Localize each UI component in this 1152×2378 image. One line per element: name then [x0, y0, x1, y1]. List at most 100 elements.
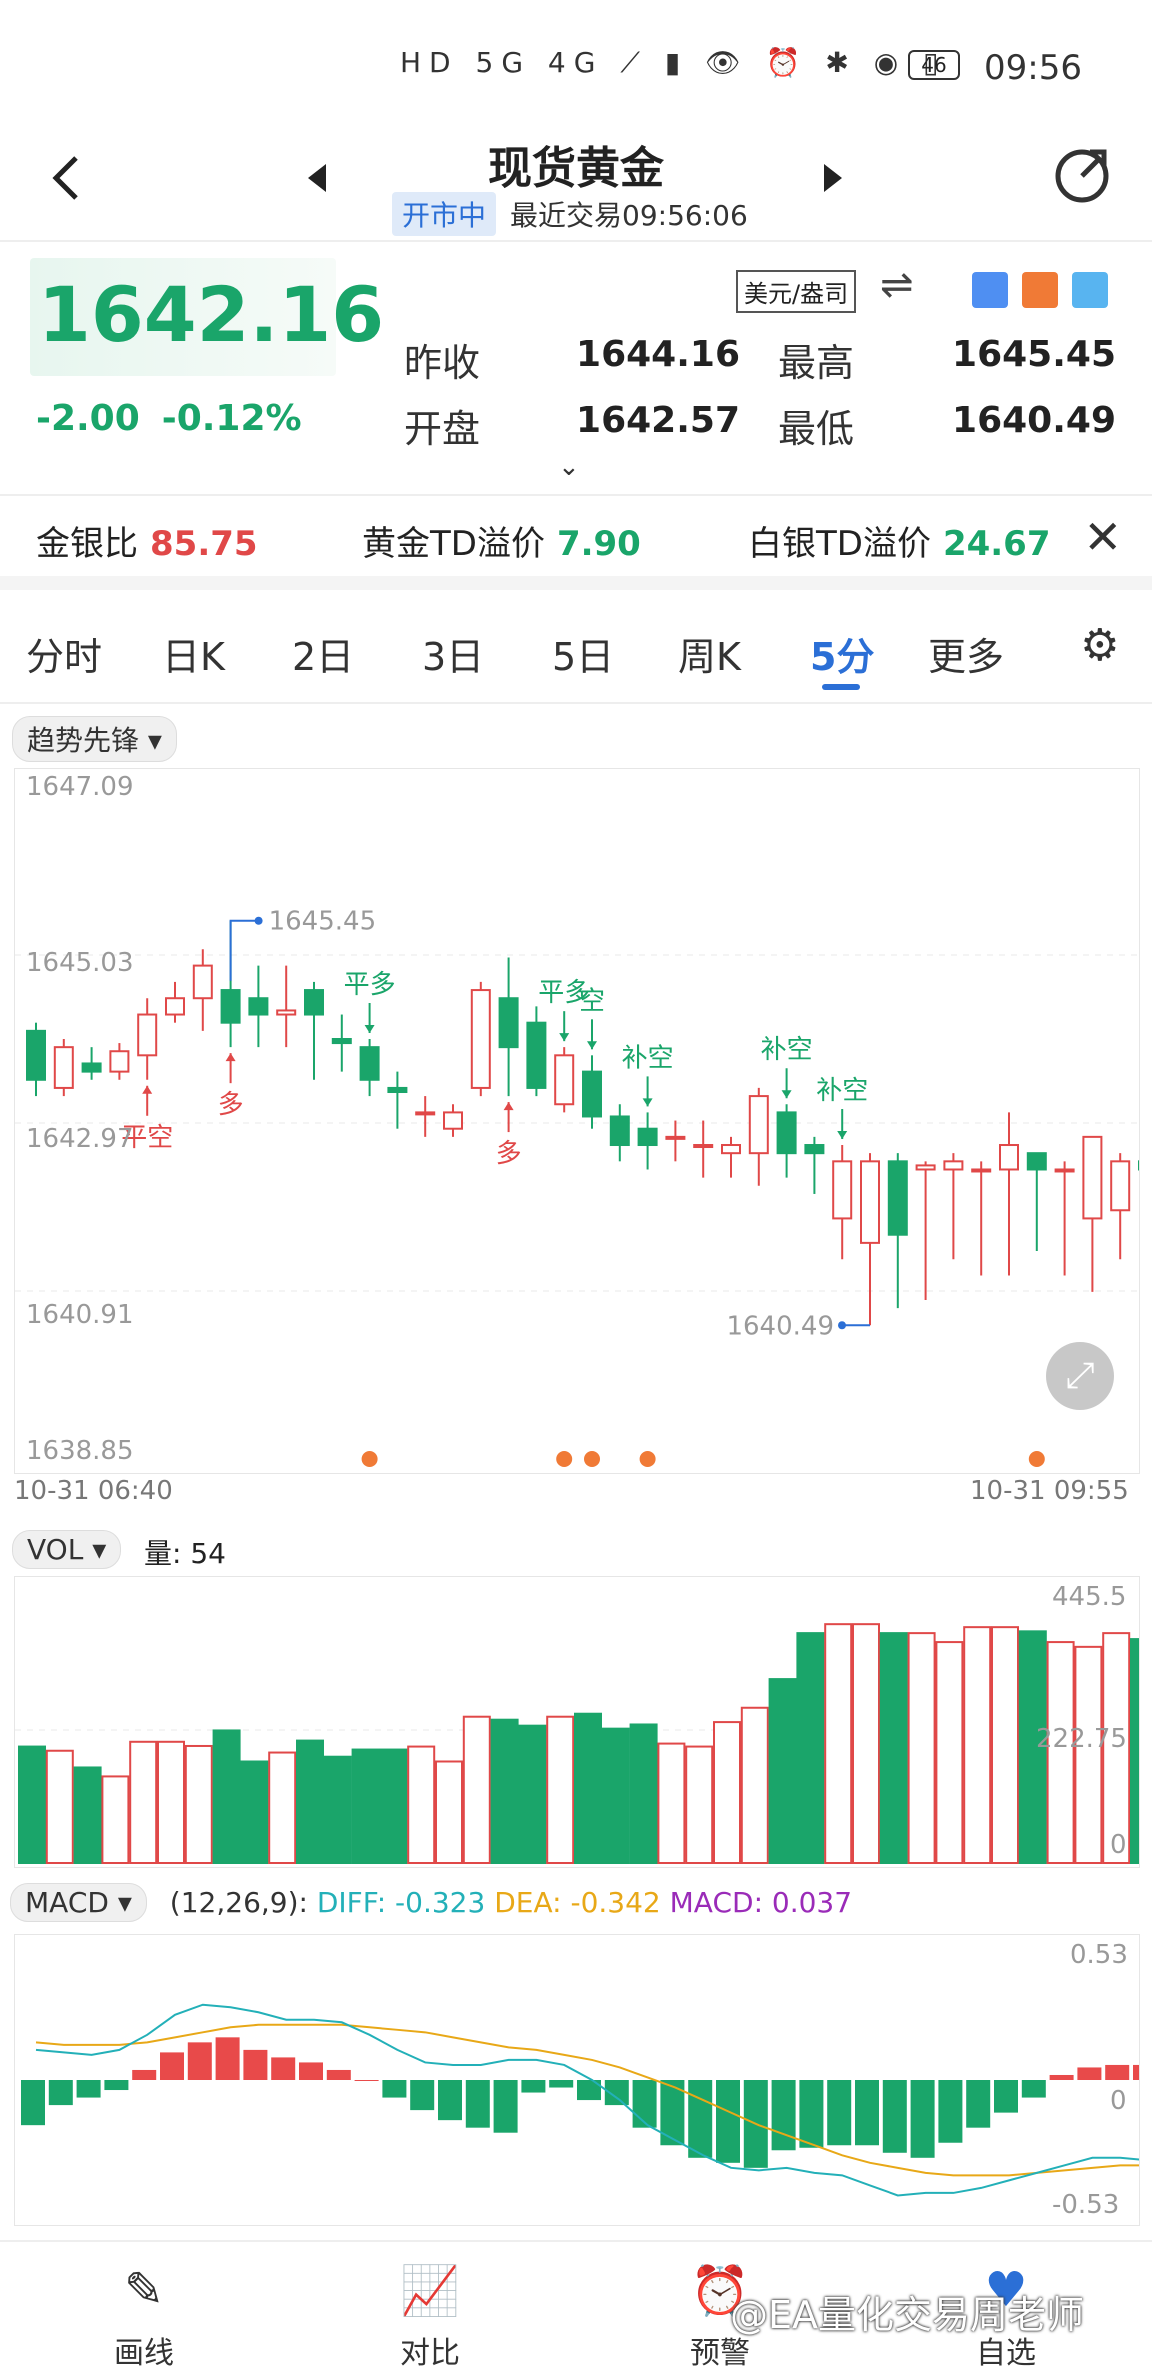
signal-label: 补空	[761, 1035, 813, 1065]
volume-bar	[45, 1749, 74, 1864]
candle-body	[887, 1160, 908, 1236]
volume-bar	[824, 1623, 853, 1865]
volume-bar	[713, 1721, 741, 1864]
y-tick-label: 445.5	[1052, 1582, 1127, 1612]
compare-label: 对比	[400, 2336, 460, 2371]
indicator-dropdown[interactable]: 趋势先锋 ▾	[12, 716, 177, 762]
macd-histogram-bar	[632, 2080, 657, 2128]
macd-legend: MACD ▾ (12,26,9): DIFF: -0.323 DEA: -0.3…	[10, 1883, 852, 1922]
next-instrument-icon[interactable]	[824, 164, 842, 192]
change-percent: -0.12%	[161, 398, 302, 439]
pie-chart-icon[interactable]	[1072, 272, 1108, 308]
tab-5day[interactable]: 5日	[552, 626, 614, 681]
fullscreen-icon[interactable]: ⤢	[1046, 1342, 1114, 1410]
candle-body	[1026, 1152, 1047, 1171]
volume-bar	[685, 1745, 714, 1865]
macd-dea: DEA: -0.342	[494, 1886, 661, 1919]
macd-histogram-bar	[688, 2080, 713, 2158]
y-tick-label: 1647.09	[26, 772, 134, 802]
silver-td-label: 白银TD溢价	[748, 524, 931, 564]
draw-line-button[interactable]: ✎ 画线	[74, 2262, 214, 2372]
macd-histogram-bar	[938, 2080, 963, 2143]
volume-bar	[963, 1626, 992, 1865]
pen-icon: ✎	[123, 2262, 165, 2318]
x-end-label: 10-31 09:55	[970, 1476, 1129, 1506]
signal-arrowhead	[642, 1098, 653, 1107]
y-tick-label: 0	[1110, 1830, 1127, 1860]
lighthouse-icon[interactable]	[1022, 272, 1058, 308]
volume-bar	[407, 1745, 436, 1865]
macd-histogram-bar	[243, 2049, 268, 2080]
expand-chevron-icon[interactable]: ⌄	[558, 452, 580, 482]
candle-body	[554, 1054, 575, 1106]
volume-bar	[240, 1760, 269, 1865]
close-icon[interactable]: ✕	[1083, 510, 1122, 564]
candle-body	[1110, 1160, 1131, 1212]
macd-histogram-bar	[493, 2080, 518, 2133]
macd-dropdown[interactable]: MACD ▾	[10, 1883, 147, 1922]
candle-body	[359, 1046, 380, 1081]
macd-histogram-bar	[1049, 2074, 1074, 2080]
tab-intraday[interactable]: 分时	[26, 626, 102, 681]
candle-body	[943, 1160, 964, 1171]
volume-bar	[629, 1723, 658, 1864]
macd-histogram-bar	[966, 2080, 991, 2128]
tab-3day[interactable]: 3日	[422, 626, 484, 681]
max-marker-dot	[254, 916, 263, 925]
low-value: 1640.49	[952, 400, 1116, 441]
active-tab-underline	[822, 684, 860, 690]
candle-body	[776, 1111, 797, 1155]
macd-histogram-bar	[1077, 2067, 1102, 2080]
macd-histogram-bar	[521, 2080, 546, 2093]
volume-bar	[490, 1718, 519, 1864]
volume-chart-panel	[14, 1576, 1152, 1868]
candle-body	[971, 1168, 992, 1173]
macd-histogram-bar	[882, 2080, 907, 2153]
tab-more[interactable]: 更多	[928, 626, 1004, 681]
percent-icon[interactable]	[972, 272, 1008, 308]
tab-5min[interactable]: 5分	[810, 626, 874, 681]
high-value: 1645.45	[952, 334, 1116, 375]
change-value: -2.00	[36, 398, 140, 439]
gold-silver-label: 金银比	[36, 524, 138, 564]
candle-body	[1054, 1168, 1075, 1173]
volume-bar	[323, 1755, 352, 1865]
macd-histogram-bar	[855, 2080, 879, 2146]
signal-arrowhead	[503, 1102, 514, 1111]
candle-body	[804, 1144, 825, 1155]
signal-label: 多	[218, 1090, 244, 1120]
compare-button[interactable]: 📈 对比	[360, 2262, 500, 2372]
candle-body	[276, 1009, 297, 1016]
tab-weekly-k[interactable]: 周K	[678, 626, 741, 681]
macd-histogram-bar	[1021, 2080, 1046, 2098]
tab-2day[interactable]: 2日	[292, 626, 354, 681]
volume-bar	[296, 1739, 324, 1864]
swap-unit-icon[interactable]: ⇌	[880, 262, 914, 308]
status-icons: HD 5G 4G ⟋ ▮ 👁 ⏰ ✱ ◉ ▯	[400, 46, 947, 79]
macd-histogram-bar	[215, 2037, 240, 2080]
candle-body	[192, 964, 213, 1000]
tab-daily-k[interactable]: 日K	[162, 626, 225, 681]
macd-histogram-bar	[994, 2080, 1018, 2113]
candle-body	[1082, 1135, 1103, 1220]
candle-body	[915, 1164, 936, 1171]
refresh-icon[interactable]	[1052, 144, 1112, 204]
signal-dot	[1028, 1451, 1045, 1467]
macd-histogram-bar	[21, 2080, 45, 2126]
macd-histogram-bar	[549, 2080, 574, 2088]
y-tick-label: 1638.85	[26, 1436, 134, 1466]
divider	[0, 702, 1152, 704]
macd-histogram-bar	[76, 2080, 101, 2098]
y-tick-label: 0.53	[1070, 1940, 1128, 1970]
candle-body	[832, 1160, 853, 1220]
vol-dropdown[interactable]: VOL ▾	[12, 1530, 122, 1569]
signal-arrowhead	[559, 1033, 570, 1042]
candle-body	[609, 1115, 630, 1147]
period-tabs: 分时 日K 2日 3日 5日 周K 5分 更多 ⚙	[0, 600, 1152, 700]
y-tick-label: 1640.91	[26, 1300, 134, 1330]
macd-histogram-bar	[48, 2080, 73, 2106]
battery-icon: 46	[908, 50, 960, 80]
max-price-label: 1645.45	[269, 907, 377, 937]
volume-bar	[18, 1745, 46, 1865]
gear-icon[interactable]: ⚙	[1080, 620, 1119, 671]
